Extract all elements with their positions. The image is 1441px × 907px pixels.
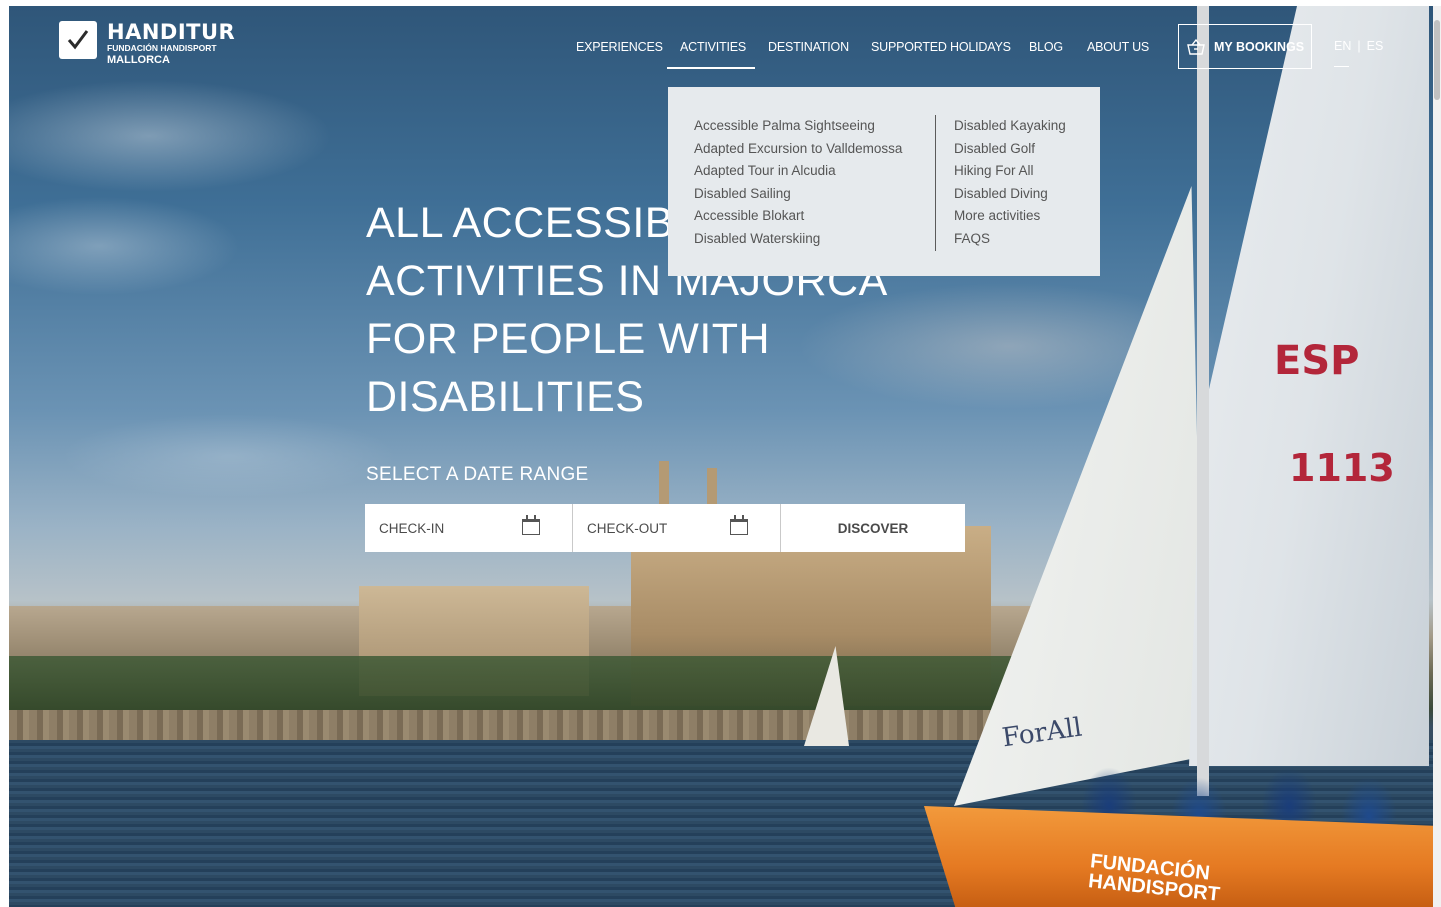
nav-destination[interactable]: DESTINATION — [768, 40, 849, 54]
logo-location: MALLORCA — [107, 54, 170, 66]
dropdown-item[interactable]: FAQS — [954, 228, 1066, 251]
dropdown-item[interactable]: Disabled Sailing — [694, 183, 917, 206]
scrollbar-thumb[interactable] — [1434, 20, 1440, 100]
nav-activities[interactable]: ACTIVITIES — [680, 40, 746, 54]
dropdown-item[interactable]: Disabled Diving — [954, 183, 1066, 206]
checkout-field[interactable]: CHECK-OUT — [573, 504, 781, 552]
my-bookings-label: MY BOOKINGS — [1213, 39, 1305, 54]
nav-experiences[interactable]: EXPERIENCES — [576, 40, 663, 54]
headline-line: FOR PEOPLE WITH — [366, 315, 771, 363]
discover-button[interactable]: DISCOVER — [781, 504, 965, 552]
dropdown-item[interactable]: Disabled Waterskiing — [694, 228, 917, 251]
sail-code-text: ESP — [1274, 338, 1360, 384]
dropdown-item[interactable]: Adapted Excursion to Valldemossa — [694, 138, 917, 161]
dropdown-item[interactable]: Accessible Palma Sightseeing — [694, 115, 917, 138]
nav-about-us[interactable]: ABOUT US — [1087, 40, 1149, 54]
date-range-form: CHECK-IN CHECK-OUT DISCOVER — [365, 504, 965, 552]
logo-text: HANDITUR FUNDACIÓN HANDISPORT MALLORCA — [107, 21, 235, 67]
language-switcher: EN | ES — [1334, 39, 1383, 53]
activities-dropdown: Accessible Palma Sightseeing Adapted Exc… — [668, 87, 1100, 276]
dropdown-item[interactable]: Adapted Tour in Alcudia — [694, 160, 917, 183]
nav-active-indicator — [667, 67, 755, 69]
nav-supported-holidays[interactable]: SUPPORTED HOLIDAYS — [871, 40, 1011, 54]
dropdown-item[interactable]: Disabled Golf — [954, 138, 1066, 161]
hero-background: ESP 1113 ForAll FUNDACIÓN HANDISPORT HAN… — [9, 6, 1433, 907]
dropdown-item[interactable]: Hiking For All — [954, 160, 1066, 183]
nav-blog[interactable]: BLOG — [1029, 40, 1063, 54]
lang-es-link[interactable]: ES — [1367, 39, 1384, 53]
sailboat-mast — [1197, 6, 1209, 796]
dropdown-column-right: Disabled Kayaking Disabled Golf Hiking F… — [935, 115, 1066, 251]
basket-icon — [1187, 38, 1205, 55]
headline-line: DISABILITIES — [366, 373, 645, 421]
page-scrollbar[interactable] — [1433, 6, 1441, 907]
dropdown-item[interactable]: More activities — [954, 205, 1066, 228]
dropdown-item[interactable]: Accessible Blokart — [694, 205, 917, 228]
logo-title: HANDITUR — [107, 20, 236, 44]
lang-active-indicator — [1334, 66, 1349, 67]
checkin-field[interactable]: CHECK-IN — [365, 504, 573, 552]
main-sail — [1189, 6, 1429, 766]
palm-trees — [9, 656, 1089, 716]
my-bookings-button[interactable]: MY BOOKINGS — [1178, 24, 1312, 69]
sea-wall — [9, 710, 1069, 740]
checkout-label: CHECK-OUT — [587, 520, 668, 536]
checkmark-icon — [59, 21, 97, 59]
date-range-title: SELECT A DATE RANGE — [366, 464, 589, 485]
calendar-icon — [730, 515, 748, 535]
lang-separator: | — [1357, 39, 1361, 53]
dropdown-item[interactable]: Disabled Kayaking — [954, 115, 1066, 138]
dropdown-column-left: Accessible Palma Sightseeing Adapted Exc… — [694, 115, 935, 276]
checkin-label: CHECK-IN — [379, 520, 445, 536]
lang-en-link[interactable]: EN — [1334, 39, 1351, 53]
logo-subtitle: FUNDACIÓN HANDISPORT — [107, 43, 217, 53]
sail-number-text: 1113 — [1289, 446, 1395, 490]
site-logo[interactable]: HANDITUR FUNDACIÓN HANDISPORT MALLORCA — [59, 21, 235, 67]
calendar-icon — [522, 515, 540, 535]
